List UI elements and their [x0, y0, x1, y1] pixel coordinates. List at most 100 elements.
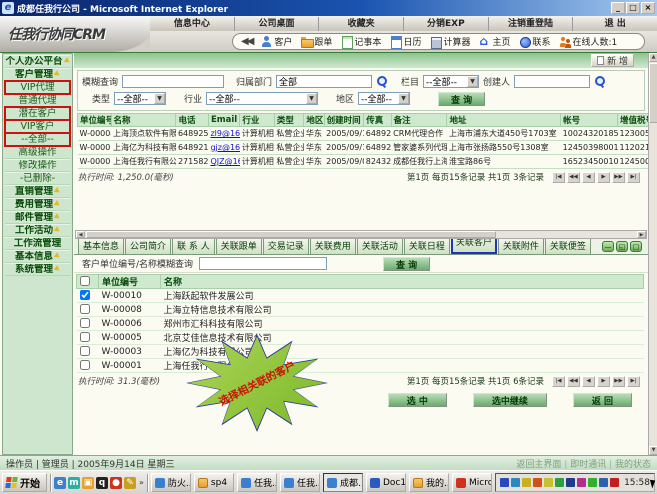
customer-row[interactable]: W-00004 上海顶点软件有限公司 64892525 zl9@163.com … — [78, 127, 649, 141]
pager-button[interactable]: ▶ — [597, 172, 610, 183]
top-nav-item[interactable]: 注销重登陆 — [489, 17, 574, 31]
top-nav-item[interactable]: 收藏夹 — [319, 17, 404, 31]
email-link[interactable]: gjz@163.com — [208, 141, 239, 155]
creator-lookup-icon[interactable] — [594, 76, 605, 87]
start-button[interactable]: 开始 — [2, 473, 47, 492]
sidebar-item[interactable]: 潜在客户 — [5, 107, 70, 120]
minimize-button[interactable]: _ — [611, 2, 625, 14]
media-player-icon[interactable]: ● — [110, 477, 122, 489]
image-viewer-icon[interactable]: ▣ — [82, 477, 94, 489]
toolbar-button[interactable]: 主页 — [479, 35, 510, 48]
task-button[interactable]: 成都... — [323, 473, 363, 492]
task-button[interactable]: 我的... — [409, 473, 449, 492]
top-nav-item[interactable]: 退 出 — [573, 17, 657, 31]
sidebar-item[interactable]: 系统管理 — [5, 263, 70, 276]
sidebar-item[interactable]: 客户管理 — [5, 68, 70, 81]
sidebar-item[interactable]: VIP代理 — [5, 81, 70, 94]
pager-button[interactable]: |◀ — [552, 376, 565, 387]
toolbar-button[interactable]: 联系 — [519, 35, 550, 48]
top-nav-item[interactable]: 信息中心 — [150, 17, 235, 31]
pager-button[interactable]: ◀ — [582, 172, 595, 183]
scroll-left-icon[interactable]: ◀ — [76, 231, 85, 238]
toolbar-button[interactable]: 日历 — [390, 35, 421, 48]
ie-icon[interactable]: e — [54, 477, 66, 489]
pane-maximize-icon[interactable]: □ — [630, 241, 642, 252]
sidebar-item[interactable]: 个人办公平台 — [5, 55, 70, 68]
toolbar-button[interactable]: 记事本 — [341, 35, 381, 48]
pen-icon[interactable]: ✎ — [124, 477, 136, 489]
detail-tab[interactable]: 联 系 人 — [172, 237, 215, 254]
pager-button[interactable]: |◀ — [552, 172, 565, 183]
detail-tab[interactable]: 关联附件 — [498, 237, 544, 254]
pager-button[interactable]: ◀◀ — [567, 376, 580, 387]
display-icon[interactable] — [511, 478, 520, 487]
pager-button[interactable]: ◀◀ — [567, 172, 580, 183]
task-button[interactable]: sp4 — [194, 473, 234, 492]
customer-row[interactable]: W-00003 上海亿为科技有限公司 64892132 gjz@163.com … — [78, 141, 649, 155]
quick-launch-overflow-icon[interactable]: » — [139, 478, 144, 487]
maximize-button[interactable]: □ — [626, 2, 640, 14]
pane-minimize-icon[interactable]: — — [602, 241, 614, 252]
task-button[interactable]: Micros... — [452, 473, 492, 492]
related-customer-row[interactable]: W-00008 上海立特信息技术有限公司 — [77, 303, 644, 317]
customer-row[interactable]: W-00001 上海任我行有限公司 27158230 QJZ@163.COM 计… — [78, 155, 649, 169]
pen-tray-icon[interactable] — [544, 478, 553, 487]
close-button[interactable]: × — [641, 2, 655, 14]
network-icon[interactable] — [500, 478, 509, 487]
select-continue-button[interactable]: 选中继续 — [473, 393, 547, 407]
email-link[interactable]: QJZ@163.COM — [208, 155, 239, 169]
select-button[interactable]: 选 中 — [388, 393, 447, 407]
detail-tab[interactable]: 公司简介 — [125, 237, 171, 254]
scroll-right-icon[interactable]: ▶ — [637, 231, 646, 238]
sidebar-item[interactable]: 高级操作 — [5, 146, 70, 159]
pager-button[interactable]: ▶▶ — [612, 172, 625, 183]
status-link[interactable]: 即时通讯 — [561, 460, 606, 470]
toolbar-button[interactable]: 跟单 — [301, 35, 332, 48]
back-button[interactable]: 返 回 — [573, 393, 632, 407]
sidebar-item[interactable]: 工作流管理 — [5, 237, 70, 250]
graphics-icon[interactable] — [577, 478, 586, 487]
row-checkbox[interactable] — [80, 346, 90, 356]
task-button[interactable]: 防火... — [151, 473, 191, 492]
row-checkbox[interactable] — [80, 304, 90, 314]
vertical-scrollbar[interactable]: ▲ ▼ — [648, 53, 657, 455]
row-checkbox[interactable] — [80, 290, 90, 300]
dept-input[interactable] — [276, 75, 372, 88]
im-icon[interactable] — [533, 478, 542, 487]
antivirus-icon[interactable] — [610, 478, 619, 487]
sidebar-item[interactable]: 直销管理 — [5, 185, 70, 198]
horizontal-scrollbar[interactable]: ◀ ▶ — [75, 230, 647, 239]
battery-icon[interactable] — [599, 478, 608, 487]
pane-restore-icon[interactable]: ◱ — [616, 241, 628, 252]
sidebar-item[interactable]: VIP客户 — [5, 120, 70, 133]
add-new-button[interactable]: 新 增 — [591, 54, 634, 67]
dept-lookup-icon[interactable] — [376, 76, 387, 87]
column-select[interactable]: --全部--▼ — [423, 75, 479, 88]
search-button[interactable]: 查 询 — [438, 92, 485, 106]
related-search-button[interactable]: 查 询 — [383, 257, 430, 271]
detail-tab[interactable]: 关联便签 — [545, 237, 591, 254]
messenger-icon[interactable]: m — [68, 477, 80, 489]
industry-select[interactable]: --全部--▼ — [206, 92, 318, 105]
scroll-up-icon[interactable]: ▲ — [649, 53, 657, 62]
detail-tab[interactable]: 关联跟单 — [216, 237, 262, 254]
task-button[interactable]: Doc1.... — [366, 473, 406, 492]
fuzzy-search-input[interactable] — [122, 75, 224, 88]
row-checkbox[interactable] — [80, 318, 90, 328]
sidebar-item[interactable]: 修改操作 — [5, 159, 70, 172]
power-icon[interactable] — [588, 478, 597, 487]
toolbar-button[interactable]: 计算器 — [430, 35, 470, 48]
detail-tab[interactable]: 关联日程 — [404, 237, 450, 254]
related-customer-row[interactable]: W-00010 上海跃起软件发展公司 — [77, 289, 644, 303]
sidebar-item[interactable]: 工作活动 — [5, 224, 70, 237]
scrollbar-thumb[interactable] — [86, 231, 496, 238]
top-nav-item[interactable]: 公司桌面 — [235, 17, 320, 31]
update-icon[interactable] — [555, 478, 564, 487]
pager-button[interactable]: ▶| — [627, 376, 640, 387]
sidebar-item[interactable]: 基本信息 — [5, 250, 70, 263]
top-nav-item[interactable]: 分销EXP — [404, 17, 489, 31]
related-customer-row[interactable]: W-00005 北京艾佳信息技术有限公司 — [77, 331, 644, 345]
select-all-checkbox[interactable] — [80, 276, 90, 286]
sidebar-item[interactable]: -已删除- — [5, 172, 70, 185]
pager-button[interactable]: ▶| — [627, 172, 640, 183]
